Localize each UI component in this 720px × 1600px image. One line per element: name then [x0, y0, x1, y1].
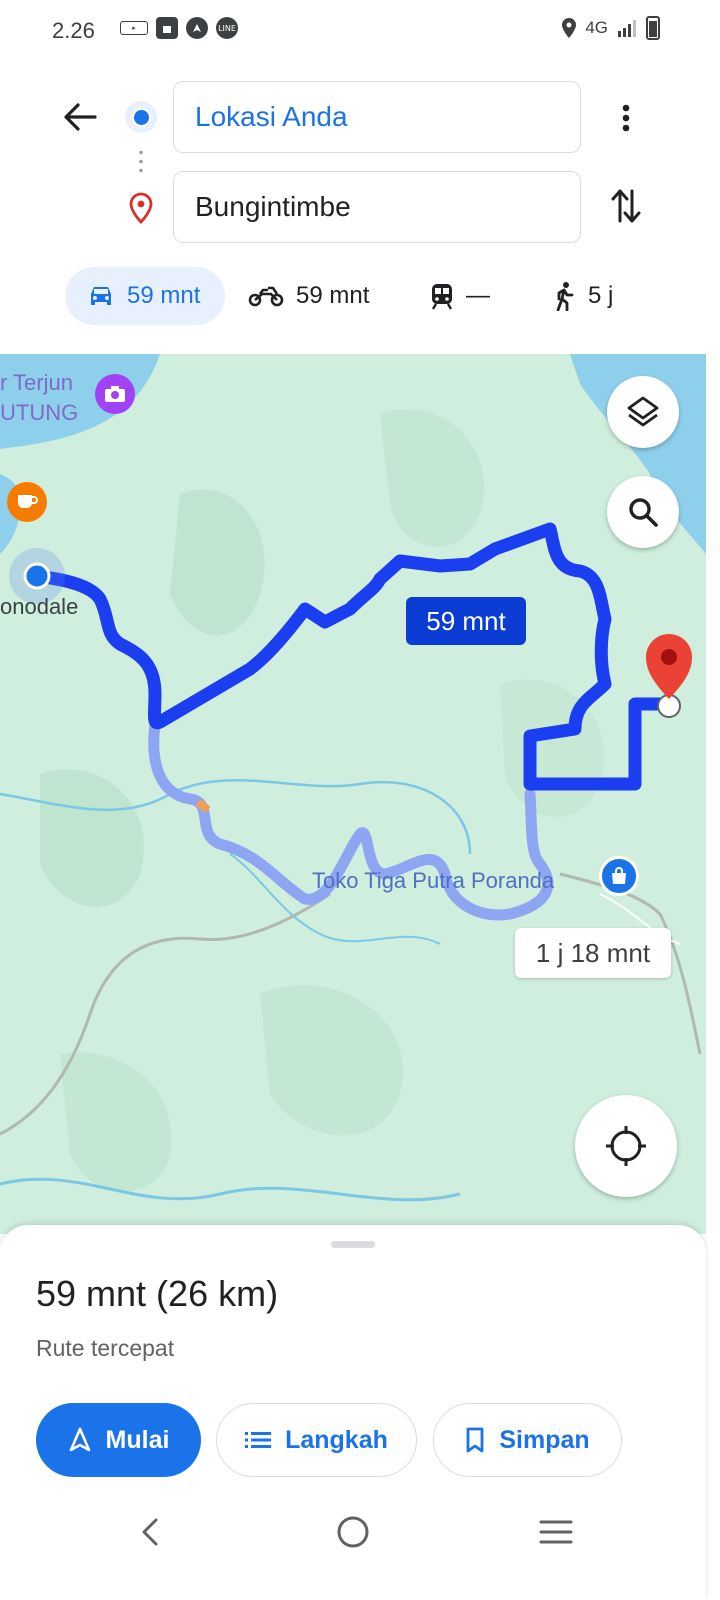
shopping-bag-icon	[156, 17, 178, 39]
signal-icon	[618, 20, 636, 37]
sheet-drag-handle[interactable]	[331, 1241, 375, 1248]
chevron-left-icon	[142, 1518, 158, 1546]
map-label-waterfall: r Terjun	[0, 370, 73, 395]
route-dots-icon	[139, 148, 143, 176]
map-label-town: onodale	[0, 594, 79, 619]
current-location-dot	[23, 562, 51, 590]
car-icon	[91, 287, 111, 305]
system-navigation-bar	[0, 1500, 706, 1560]
line-app-icon: LINE	[216, 17, 238, 39]
swap-locations-button[interactable]	[604, 184, 648, 228]
back-button[interactable]	[58, 95, 102, 139]
more-vert-icon	[622, 104, 630, 132]
list-icon	[245, 1432, 272, 1448]
train-icon	[431, 284, 453, 310]
origin-field[interactable]: Lokasi Anda	[173, 81, 581, 153]
route-subtitle: Rute tercepat	[36, 1335, 175, 1361]
map-label-waterfall-name: UTUNG	[0, 400, 79, 425]
mode-transit-label: —	[466, 282, 490, 309]
home-circle-icon	[337, 1516, 369, 1548]
navigation-app-icon: ▸	[120, 21, 148, 35]
poi-cafe[interactable]	[7, 482, 47, 522]
layers-icon	[627, 396, 659, 427]
poi-waterfall[interactable]	[95, 374, 135, 414]
system-back-button[interactable]	[130, 1512, 170, 1552]
destination-pin	[646, 634, 692, 699]
system-recents-button[interactable]	[536, 1512, 576, 1552]
walk-icon	[556, 282, 574, 311]
route-time-badge-primary[interactable]: 59 mnt	[406, 597, 526, 645]
destination-text: Bungintimbe	[195, 191, 351, 222]
navigation-icon	[69, 1427, 90, 1452]
coffee-icon	[18, 495, 38, 508]
my-location-icon	[606, 1126, 646, 1166]
shopping-bag-icon	[612, 867, 626, 884]
search-along-route-button[interactable]	[607, 476, 679, 548]
mode-tab-car[interactable]: 59 mnt	[65, 267, 225, 325]
location-icon	[562, 18, 577, 38]
browser-icon	[186, 17, 208, 39]
status-bar: 2.26 ▸ LINE 4G	[0, 0, 720, 60]
battery-icon	[646, 16, 660, 40]
arrow-back-icon	[64, 103, 97, 131]
origin-text: Lokasi Anda	[195, 101, 348, 132]
notification-icons: ▸ LINE	[120, 17, 238, 39]
bookmark-icon	[466, 1427, 484, 1453]
google-maps-directions-screen: 2.26 ▸ LINE 4G Lokasi Anda Bungintimbe 5…	[0, 0, 720, 1600]
start-label: Mulai	[105, 1425, 170, 1454]
steps-label: Langkah	[285, 1425, 388, 1454]
destination-field[interactable]: Bungintimbe	[173, 171, 581, 243]
search-icon	[629, 498, 658, 527]
my-location-button[interactable]	[575, 1095, 677, 1197]
mode-tab-transit[interactable]: —	[430, 267, 490, 325]
start-button[interactable]: Mulai	[36, 1403, 201, 1477]
system-status-icons: 4G	[561, 16, 660, 40]
save-label: Simpan	[499, 1425, 590, 1454]
save-button[interactable]: Simpan	[433, 1403, 622, 1477]
mode-walk-label: 5 j	[588, 282, 614, 309]
mode-car-label: 59 mnt	[127, 282, 201, 309]
destination-pin-icon	[129, 192, 153, 224]
more-options-button[interactable]	[606, 96, 646, 140]
map-view[interactable]: r Terjun UTUNG onodale Toko Tiga Putra P…	[0, 354, 706, 1234]
system-home-button[interactable]	[333, 1512, 373, 1552]
mode-tab-motorcycle[interactable]: 59 mnt	[248, 267, 369, 325]
swap-vert-icon	[611, 189, 641, 223]
mode-motorcycle-label: 59 mnt	[296, 282, 370, 309]
steps-button[interactable]: Langkah	[216, 1403, 417, 1477]
route-time-badge-alternate[interactable]: 1 j 18 mnt	[515, 928, 671, 978]
network-type: 4G	[585, 18, 608, 37]
status-time: 2.26	[52, 18, 95, 43]
layers-button[interactable]	[607, 376, 679, 448]
mode-tab-walk[interactable]: 5 j	[552, 267, 613, 325]
camera-icon	[105, 386, 125, 402]
origin-dot-icon	[125, 101, 157, 133]
menu-lines-icon	[539, 1520, 573, 1544]
map-label-shop: Toko Tiga Putra Poranda	[312, 868, 555, 893]
route-summary: 59 mnt (26 km)	[36, 1273, 279, 1314]
poi-shop[interactable]	[599, 856, 639, 896]
motorcycle-icon	[248, 286, 284, 307]
